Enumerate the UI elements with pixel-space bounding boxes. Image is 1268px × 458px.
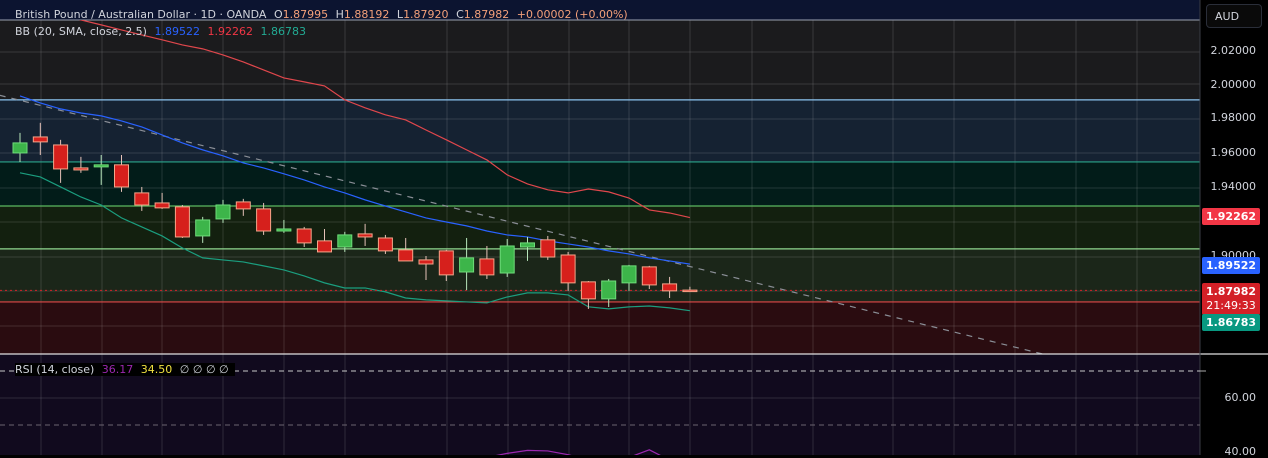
rsi-tick: 40.00 bbox=[1224, 445, 1257, 458]
high-label: H bbox=[335, 8, 344, 21]
candle-body bbox=[276, 228, 292, 232]
candle-body bbox=[296, 228, 312, 244]
chart-canvas[interactable] bbox=[0, 0, 1268, 455]
candle-body bbox=[32, 136, 48, 143]
candle-body bbox=[73, 167, 89, 171]
candle-body bbox=[459, 257, 475, 273]
candle-body bbox=[438, 250, 454, 276]
candle-body bbox=[357, 233, 373, 238]
candle-body bbox=[134, 192, 150, 206]
bb-lower-value: 1.86783 bbox=[260, 25, 306, 38]
bb-label: BB (20, SMA, close, 2.5) bbox=[15, 25, 147, 38]
price-tick: 1.94000 bbox=[1210, 180, 1257, 193]
bb-lower-tag: 1.86783 bbox=[1202, 314, 1260, 331]
rsi-value: 36.17 bbox=[101, 363, 134, 376]
candle-body bbox=[580, 281, 596, 300]
ohlc-low: L1.87920 bbox=[397, 8, 449, 21]
symbol-legend: British Pound / Australian Dollar · 1D ·… bbox=[15, 8, 632, 21]
price-tick: 1.96000 bbox=[1210, 146, 1257, 159]
candle-body bbox=[53, 144, 69, 170]
candle-body bbox=[337, 234, 353, 248]
candle-body bbox=[377, 237, 393, 252]
candle-body bbox=[560, 254, 576, 284]
bb-legend[interactable]: BB (20, SMA, close, 2.5) 1.89522 1.92262… bbox=[15, 25, 310, 38]
price-tick: 1.98000 bbox=[1210, 111, 1257, 124]
rsi-legend[interactable]: RSI (14, close) 36.17 34.50 ∅ ∅ ∅ ∅ bbox=[15, 363, 235, 376]
last-price-tag: 1.87982 21:49:33 bbox=[1202, 283, 1260, 315]
bb-basis-value: 1.89522 bbox=[154, 25, 200, 38]
candle-body bbox=[235, 201, 251, 210]
currency-button[interactable]: AUD bbox=[1206, 4, 1262, 28]
price-tick: 2.02000 bbox=[1210, 44, 1257, 57]
candle-body bbox=[682, 289, 698, 293]
close-label: C bbox=[456, 8, 464, 21]
candle-body bbox=[601, 280, 617, 300]
candle-body bbox=[12, 142, 28, 154]
level-zone bbox=[0, 161, 1200, 206]
candle-body bbox=[621, 265, 637, 284]
bar-countdown: 21:49:33 bbox=[1206, 299, 1256, 312]
bb-upper-value: 1.92262 bbox=[207, 25, 253, 38]
candle-body bbox=[520, 242, 535, 248]
rsi-ma-value: 34.50 bbox=[140, 363, 173, 376]
open-value: 1.87995 bbox=[282, 8, 329, 21]
candle-body bbox=[479, 258, 495, 276]
candle-body bbox=[499, 245, 515, 274]
close-value: 1.87982 bbox=[463, 8, 510, 21]
rsi-label: RSI (14, close) bbox=[15, 363, 95, 376]
last-price: 1.87982 bbox=[1205, 285, 1257, 298]
level-zone bbox=[0, 301, 1200, 354]
open-label: O bbox=[273, 8, 283, 21]
candle-body bbox=[317, 240, 332, 253]
high-value: 1.88192 bbox=[343, 8, 390, 21]
rsi-extra-values: ∅ ∅ ∅ ∅ bbox=[179, 363, 229, 376]
candle-body bbox=[418, 259, 434, 265]
candle-body bbox=[398, 249, 414, 262]
candle-body bbox=[662, 283, 678, 292]
rsi-tick: 60.00 bbox=[1224, 391, 1257, 404]
candle bbox=[377, 234, 393, 254]
candle-body bbox=[114, 164, 129, 188]
candle-body bbox=[540, 239, 556, 258]
candle bbox=[540, 235, 556, 260]
price-axis-bg bbox=[1200, 0, 1268, 455]
ohlc-close: C1.87982 bbox=[456, 8, 509, 21]
price-tick: 2.00000 bbox=[1210, 78, 1257, 91]
candle-body bbox=[195, 219, 211, 237]
candle bbox=[174, 204, 190, 238]
bb-basis-tag: 1.89522 bbox=[1202, 257, 1260, 274]
candle-body bbox=[641, 266, 657, 286]
candle-body bbox=[154, 202, 170, 209]
candle-body bbox=[174, 206, 190, 238]
candle-body bbox=[215, 204, 231, 220]
candle-body bbox=[93, 164, 109, 168]
change-value: +0.00002 (+0.00%) bbox=[516, 8, 628, 21]
low-value: 1.87920 bbox=[403, 8, 449, 21]
bb-upper-tag: 1.92262 bbox=[1202, 208, 1260, 225]
ohlc-high: H1.88192 bbox=[336, 8, 390, 21]
symbol-title[interactable]: British Pound / Australian Dollar · 1D ·… bbox=[15, 8, 266, 21]
ohlc-open: O1.87995 bbox=[274, 8, 328, 21]
candle-body bbox=[256, 208, 272, 232]
